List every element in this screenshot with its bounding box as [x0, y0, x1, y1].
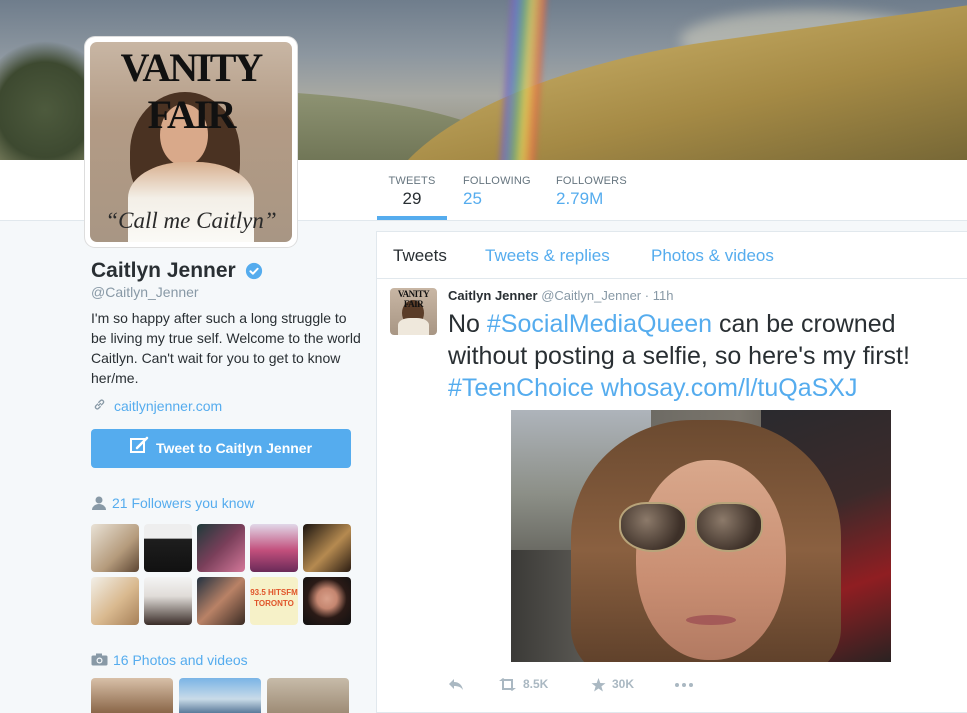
- tweet-to-label: Tweet to Caitlyn Jenner: [155, 440, 313, 456]
- favorite-count: 30K: [612, 677, 635, 691]
- retweet-count: 8.5K: [523, 677, 549, 691]
- stat-followers-label: FOLLOWERS: [556, 175, 627, 187]
- favorite-button[interactable]: 30K: [591, 677, 634, 692]
- person-icon: [91, 496, 107, 513]
- reply-button[interactable]: [448, 677, 470, 691]
- hashtag-link[interactable]: #TeenChoice: [448, 374, 594, 402]
- timeline-panel: Tweets Tweets & replies Photos & videos …: [376, 231, 967, 713]
- retweet-button[interactable]: 8.5K: [498, 677, 549, 692]
- tweet-author-name[interactable]: Caitlyn Jenner: [448, 288, 538, 303]
- cover-tagline: “Call me Caitlyn”: [105, 208, 277, 233]
- stat-followers-value: 2.79M: [556, 189, 604, 208]
- follower-avatar[interactable]: 93.5 HITSFM TORONTO: [250, 577, 298, 625]
- tab-tweets[interactable]: Tweets: [393, 246, 447, 266]
- verified-badge-icon: [245, 262, 263, 280]
- stat-following-label: FOLLOWING: [463, 175, 531, 187]
- profile-handle[interactable]: @Caitlyn_Jenner: [91, 284, 199, 300]
- stat-tweets-label: TWEETS: [388, 175, 436, 187]
- followers-you-know-link[interactable]: 21 Followers you know: [91, 495, 254, 513]
- tweet-avatar-masthead: VANITY FAIR: [397, 289, 430, 309]
- tweet-url-link[interactable]: whosay.com/l/tuQaSXJ: [601, 374, 858, 402]
- tweet-text-part: No: [448, 310, 487, 338]
- tweet-author-handle[interactable]: @Caitlyn_Jenner: [541, 288, 641, 303]
- timeline-tabs: Tweets Tweets & replies Photos & videos: [377, 232, 967, 279]
- profile-name[interactable]: Caitlyn Jenner: [91, 259, 236, 283]
- tweet-text: No #SocialMediaQueen can be crowned with…: [448, 308, 953, 404]
- followers-you-know-label: 21 Followers you know: [112, 495, 255, 511]
- follower-avatar[interactable]: [197, 577, 245, 625]
- reply-icon: [449, 679, 463, 691]
- tab-tweets-replies[interactable]: Tweets & replies: [485, 246, 610, 266]
- photos-videos-link[interactable]: 16 Photos and videos: [91, 652, 248, 669]
- more-button[interactable]: [674, 677, 700, 691]
- follower-avatar[interactable]: [144, 577, 192, 625]
- tweet-author-avatar[interactable]: VANITY FAIR: [390, 288, 437, 335]
- media-thumbnail[interactable]: [267, 678, 349, 713]
- stat-following[interactable]: FOLLOWING 25: [463, 160, 543, 220]
- tweet-to-button[interactable]: Tweet to Caitlyn Jenner: [91, 429, 351, 468]
- compose-tweet-icon: [129, 430, 150, 469]
- follower-avatar[interactable]: [303, 577, 351, 625]
- profile-website[interactable]: caitlynjenner.com: [93, 398, 222, 414]
- stat-tweets[interactable]: TWEETS 29: [377, 160, 447, 220]
- link-icon: [93, 398, 107, 414]
- tweet-header: Caitlyn Jenner @Caitlyn_Jenner · 11h: [448, 288, 673, 303]
- follower-avatar[interactable]: [303, 524, 351, 572]
- follower-avatar[interactable]: [197, 524, 245, 572]
- stat-following-value: 25: [463, 189, 482, 208]
- more-dots-icon: [675, 682, 693, 687]
- retweet-icon: [499, 678, 516, 692]
- profile-avatar[interactable]: VANITY FAIR “Call me Caitlyn”: [85, 37, 297, 247]
- profile-bio: I'm so happy after such a long struggle …: [91, 310, 361, 386]
- hashtag-link[interactable]: #SocialMediaQueen: [487, 310, 712, 338]
- tweet-selfie-photo[interactable]: [511, 410, 891, 662]
- follower-avatar[interactable]: [91, 524, 139, 572]
- tab-photos-videos[interactable]: Photos & videos: [651, 246, 774, 266]
- camera-icon: [91, 653, 108, 669]
- follower-avatar[interactable]: [91, 577, 139, 625]
- tweet-timestamp[interactable]: · 11h: [645, 288, 674, 303]
- stat-tweets-value: 29: [402, 189, 422, 208]
- cover-masthead: VANITY FAIR: [120, 45, 264, 137]
- follower-avatar[interactable]: [144, 524, 192, 572]
- media-thumbnail[interactable]: [91, 678, 173, 713]
- profile-website-label: caitlynjenner.com: [114, 398, 223, 414]
- hitsfm-logo-text: 93.5 HITSFM TORONTO: [250, 588, 298, 608]
- media-thumbnail[interactable]: [179, 678, 261, 713]
- stat-followers[interactable]: FOLLOWERS 2.79M: [556, 160, 636, 220]
- star-icon: [591, 677, 606, 692]
- magazine-cover-image: VANITY FAIR “Call me Caitlyn”: [90, 42, 292, 242]
- photos-videos-label: 16 Photos and videos: [113, 652, 248, 668]
- follower-avatar[interactable]: [250, 524, 298, 572]
